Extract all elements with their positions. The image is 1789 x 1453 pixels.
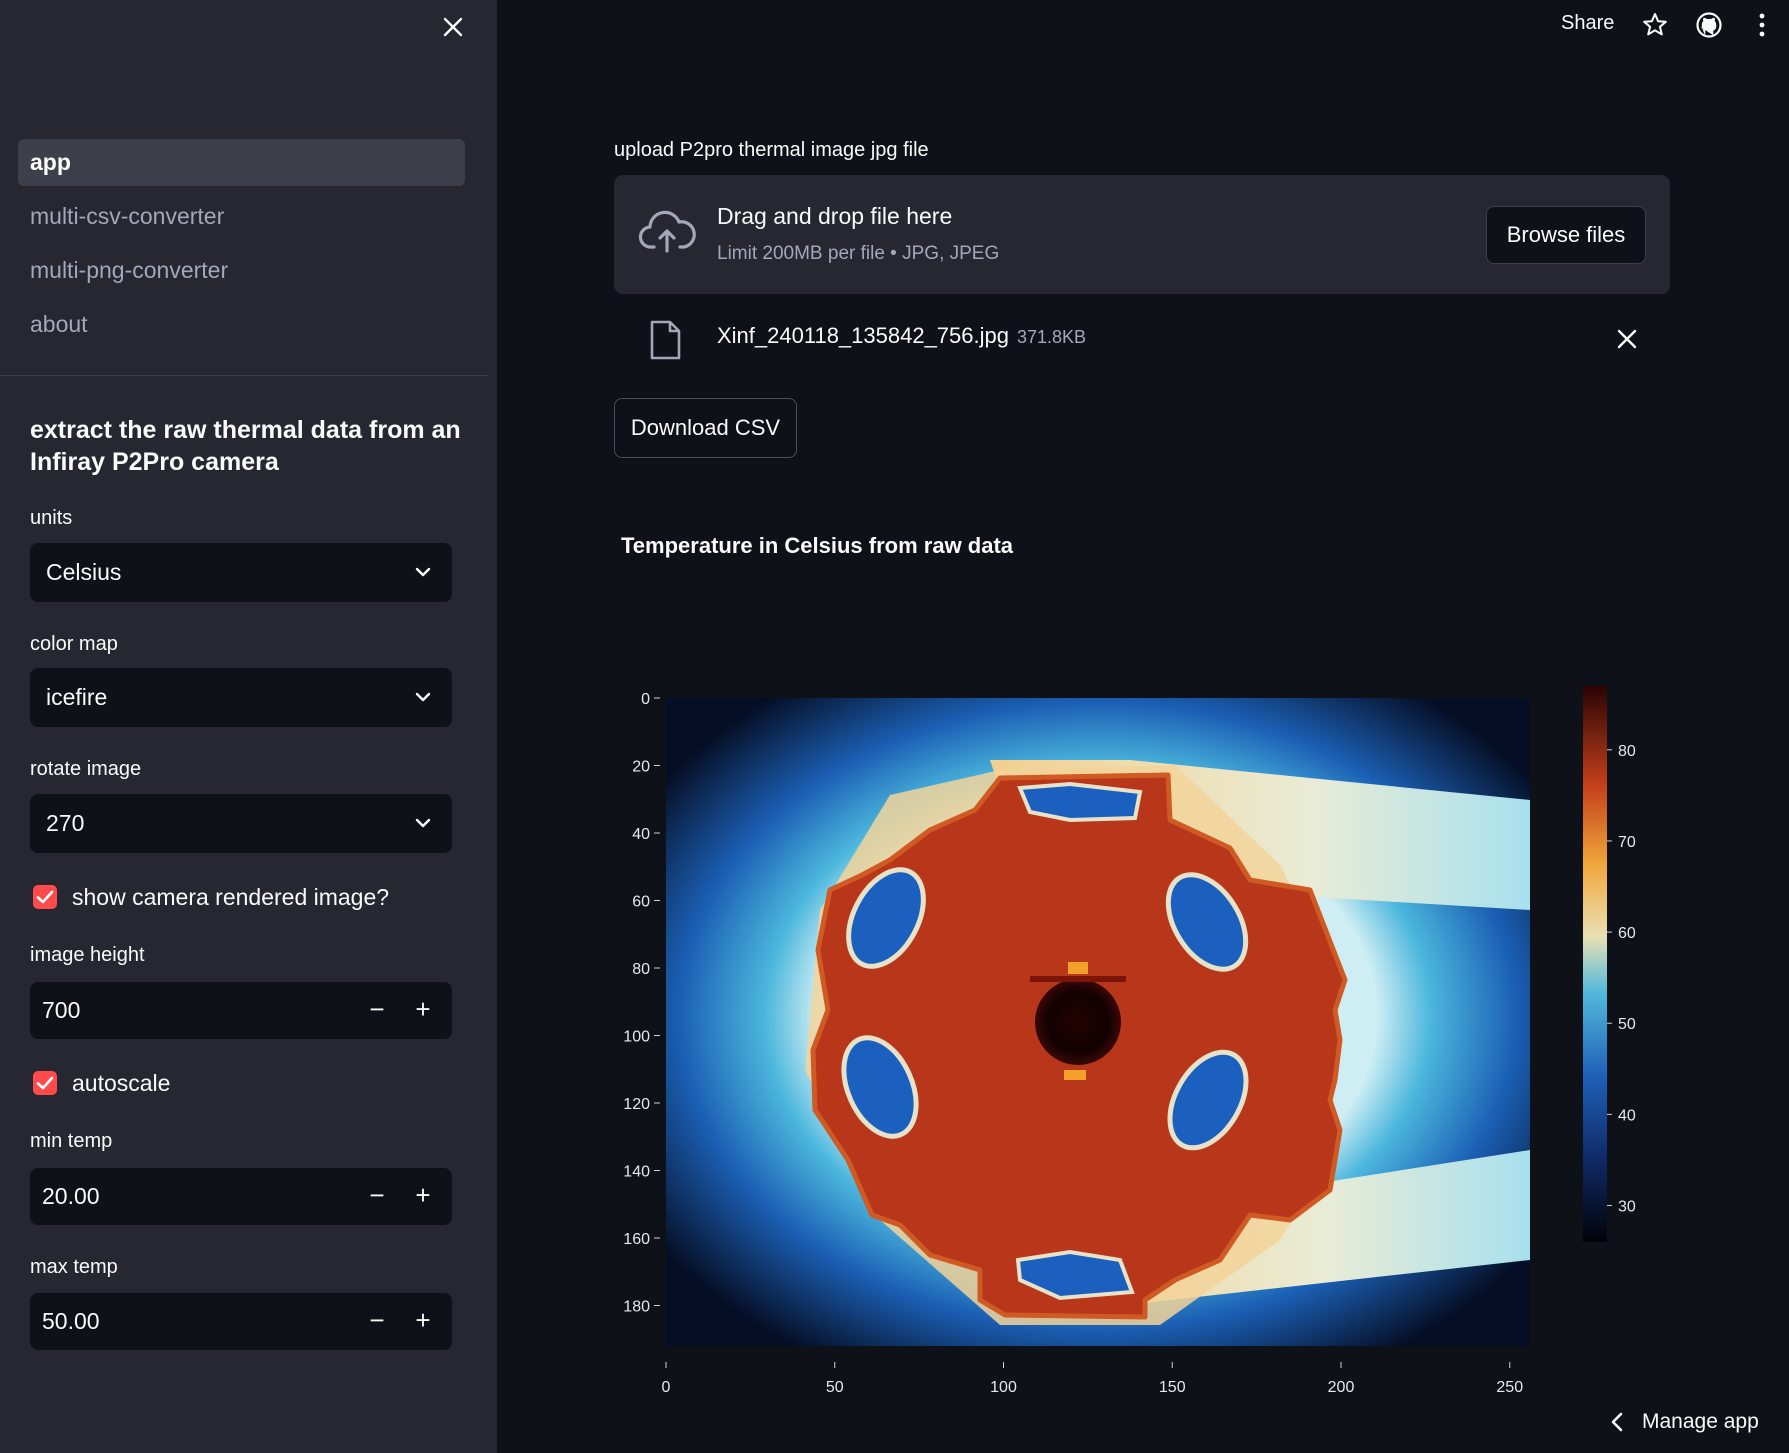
- increment-button[interactable]: +: [400, 1293, 446, 1350]
- x-tick-label: 150: [1159, 1379, 1186, 1396]
- chevron-down-icon: [415, 567, 431, 577]
- share-button[interactable]: Share: [1561, 12, 1614, 35]
- manage-app-label: Manage app: [1642, 1410, 1759, 1433]
- nav-divider: [0, 375, 489, 376]
- autoscale-label: autoscale: [72, 1070, 171, 1096]
- min-temp-label: min temp: [30, 1130, 113, 1152]
- close-sidebar-icon[interactable]: [440, 14, 466, 40]
- increment-button[interactable]: +: [400, 982, 446, 1039]
- y-tick-label: 20: [632, 759, 650, 776]
- colorbar-tick-label: 70: [1618, 834, 1636, 851]
- star-icon[interactable]: [1641, 11, 1669, 39]
- x-tick-label: 200: [1328, 1379, 1355, 1396]
- max-temp-value: 50.00: [42, 1308, 100, 1334]
- colorbar-tick-label: 40: [1618, 1107, 1636, 1124]
- uploaded-file: Xinf_240118_135842_756.jpg 371.8KB: [614, 318, 1670, 362]
- dropzone-title: Drag and drop file here: [717, 203, 953, 229]
- rotate-label: rotate image: [30, 758, 142, 780]
- chart-title: Temperature in Celsius from raw data: [621, 533, 1014, 558]
- max-temp-input[interactable]: 50.00 − +: [30, 1293, 452, 1350]
- x-tick-label: 100: [990, 1379, 1017, 1396]
- manage-app-button[interactable]: Manage app: [1610, 1410, 1759, 1434]
- min-temp-input[interactable]: 20.00 − +: [30, 1168, 452, 1225]
- image-height-value: 700: [42, 997, 81, 1023]
- colorbar-tick-label: 60: [1618, 925, 1636, 942]
- units-select[interactable]: Celsius: [30, 543, 452, 602]
- decrement-button[interactable]: −: [354, 1168, 400, 1225]
- check-icon: [36, 1076, 54, 1090]
- y-tick-label: 60: [632, 894, 650, 911]
- cloud-upload-icon: [638, 210, 696, 253]
- y-axis: 0 20 40 60 80 100 120 140 160 180: [623, 691, 660, 1316]
- checkbox-checked: [33, 1071, 57, 1095]
- min-temp-value: 20.00: [42, 1183, 100, 1209]
- x-axis: 0 50 100 150 200 250: [662, 1362, 1523, 1396]
- chevron-down-icon: [415, 818, 431, 828]
- color-map-label: color map: [30, 633, 118, 655]
- y-tick-label: 140: [623, 1164, 650, 1181]
- colorbar-tick-label: 30: [1618, 1199, 1636, 1216]
- checkbox-checked: [33, 885, 57, 909]
- colorbar-axis: 30 40 50 60 70 80: [1607, 743, 1636, 1216]
- file-name: Xinf_240118_135842_756.jpg 371.8KB: [717, 323, 1086, 349]
- nav-item-multi-png-converter[interactable]: multi-png-converter: [18, 247, 465, 294]
- heatmap-image: [666, 698, 1530, 1346]
- rotate-value: 270: [46, 810, 85, 836]
- increment-button[interactable]: +: [400, 1168, 446, 1225]
- rotate-select[interactable]: 270: [30, 794, 452, 853]
- image-height-label: image height: [30, 944, 145, 966]
- nav-item-multi-csv-converter[interactable]: multi-csv-converter: [18, 193, 465, 240]
- show-rendered-label: show camera rendered image?: [72, 884, 390, 910]
- y-tick-label: 80: [632, 961, 650, 978]
- download-csv-button[interactable]: Download CSV: [614, 398, 797, 458]
- image-height-input[interactable]: 700 − +: [30, 982, 452, 1039]
- more-vertical-icon[interactable]: [1748, 11, 1776, 39]
- y-tick-label: 100: [623, 1029, 650, 1046]
- file-name-text: Xinf_240118_135842_756.jpg: [717, 323, 1009, 348]
- remove-file-icon[interactable]: [1616, 328, 1638, 350]
- file-dropzone[interactable]: Drag and drop file here Limit 200MB per …: [614, 175, 1670, 294]
- chevron-left-icon: [1611, 1413, 1623, 1432]
- colorbar-tick-label: 80: [1618, 743, 1636, 760]
- sidebar-heading: extract the raw thermal data from an Inf…: [30, 416, 461, 476]
- color-map-select[interactable]: icefire: [30, 668, 452, 727]
- x-tick-label: 250: [1496, 1379, 1523, 1396]
- decrement-button[interactable]: −: [354, 1293, 400, 1350]
- max-temp-label: max temp: [30, 1256, 118, 1278]
- uploader-label: upload P2pro thermal image jpg file: [614, 139, 929, 161]
- check-icon: [36, 890, 54, 904]
- dropzone-limit: Limit 200MB per file • JPG, JPEG: [717, 243, 1000, 264]
- colorbar-tick-label: 50: [1618, 1016, 1636, 1033]
- x-tick-label: 0: [662, 1379, 671, 1396]
- y-tick-label: 0: [641, 691, 650, 708]
- units-label: units: [30, 507, 73, 529]
- browse-files-button[interactable]: Browse files: [1486, 206, 1646, 264]
- y-tick-label: 120: [623, 1096, 650, 1113]
- color-map-value: icefire: [46, 684, 108, 710]
- decrement-button[interactable]: −: [354, 982, 400, 1039]
- nav-item-about[interactable]: about: [18, 301, 465, 348]
- units-value: Celsius: [46, 559, 122, 585]
- github-icon[interactable]: [1695, 11, 1723, 39]
- nav-item-app[interactable]: app: [18, 139, 465, 186]
- sidebar-nav: app multi-csv-converter multi-png-conver…: [18, 139, 465, 355]
- file-size: 371.8KB: [1016, 327, 1087, 347]
- y-tick-label: 40: [632, 826, 650, 843]
- file-icon: [650, 320, 681, 360]
- colorbar: [1583, 686, 1607, 1242]
- x-tick-label: 50: [826, 1379, 844, 1396]
- sidebar: app multi-csv-converter multi-png-conver…: [0, 0, 497, 1453]
- chevron-down-icon: [415, 692, 431, 702]
- thermal-heatmap-chart[interactable]: 0 20 40 60 80 100 120 140 160 180 0 50 100 150 200 250…: [600, 660, 1680, 1400]
- y-tick-label: 180: [623, 1299, 650, 1316]
- y-tick-label: 160: [623, 1231, 650, 1248]
